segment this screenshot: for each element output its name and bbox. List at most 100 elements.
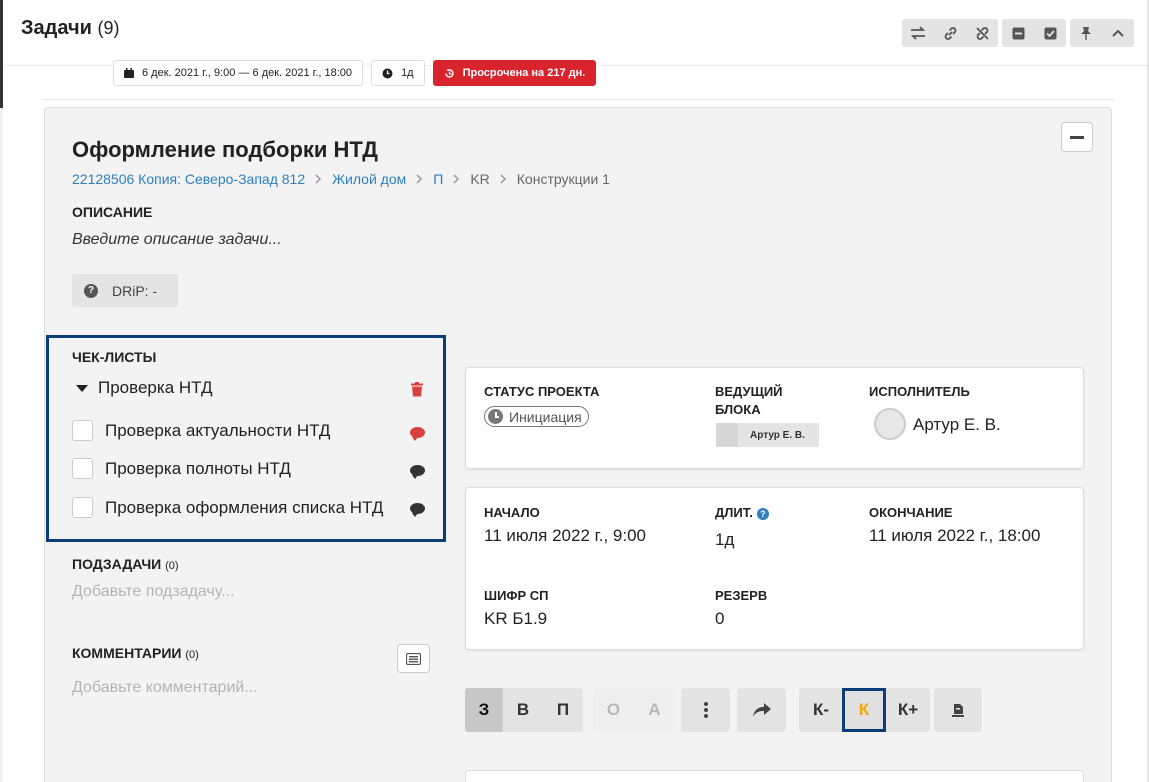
chevron-right-icon bbox=[500, 174, 506, 184]
toolbar-group-view bbox=[1002, 19, 1066, 47]
history-icon bbox=[444, 68, 454, 78]
checklist-item-label: Проверка полноты НТД bbox=[105, 458, 291, 478]
next-panel bbox=[465, 770, 1084, 782]
checklists-label: ЧЕК-ЛИСТЫ bbox=[72, 349, 157, 365]
toolbar-group-links bbox=[902, 19, 998, 47]
check-all-button[interactable] bbox=[1034, 19, 1066, 47]
swap-button[interactable] bbox=[902, 19, 934, 47]
minus-icon bbox=[1070, 135, 1084, 139]
question-icon: ? bbox=[84, 283, 98, 298]
duration-chip[interactable]: 1д bbox=[371, 60, 425, 86]
p-button[interactable]: П bbox=[543, 688, 583, 732]
checklist-item: Проверка оформления списка НТД bbox=[72, 497, 383, 518]
checklist-group-name: Проверка НТД bbox=[98, 378, 213, 397]
description-input[interactable]: Введите описание задачи... bbox=[72, 231, 282, 249]
lead-label: ВЕДУЩИЙ БЛОКА bbox=[715, 383, 783, 419]
pin-icon bbox=[1081, 26, 1091, 40]
status-value: Инициация bbox=[509, 408, 582, 425]
dates-panel bbox=[465, 487, 1084, 650]
left-edge-strip bbox=[0, 0, 3, 782]
executor-value[interactable]: Артур Е. В. bbox=[913, 415, 1001, 435]
check-square-icon bbox=[1044, 27, 1056, 39]
v-button[interactable]: В bbox=[503, 688, 543, 732]
toolbar-group-window bbox=[1070, 19, 1134, 47]
end-label: ОКОНЧАНИЕ bbox=[869, 505, 953, 520]
dots-vertical-icon bbox=[703, 702, 708, 718]
breadcrumb: 22128506 Копия: Северо-Запад 812 Жилой д… bbox=[72, 171, 610, 187]
collapse-task-button[interactable] bbox=[1061, 122, 1093, 152]
swap-icon bbox=[910, 26, 926, 40]
subtask-input[interactable]: Добавьте подзадачу... bbox=[72, 583, 234, 601]
checklist-item: Проверка актуальности НТД bbox=[72, 420, 330, 441]
trash-icon[interactable] bbox=[411, 382, 423, 397]
more-button[interactable] bbox=[681, 688, 730, 732]
chevron-right-icon bbox=[315, 174, 322, 184]
task-count: (9) bbox=[97, 18, 120, 38]
k-button[interactable]: К bbox=[842, 688, 886, 732]
overdue-badge[interactable]: Просрочена на 217 дн. bbox=[432, 60, 597, 86]
comment-icon[interactable] bbox=[410, 465, 425, 479]
help-icon[interactable]: ? bbox=[756, 507, 769, 520]
checklist-checkbox[interactable] bbox=[72, 458, 93, 479]
checklist-checkbox[interactable] bbox=[72, 497, 93, 518]
checklist-group-toggle[interactable]: Проверка НТД bbox=[76, 378, 212, 398]
calendar-icon bbox=[124, 68, 134, 78]
z-button[interactable]: З bbox=[465, 688, 503, 732]
unlink-button[interactable] bbox=[966, 19, 998, 47]
o-button[interactable]: О bbox=[593, 688, 634, 732]
k-plus-button[interactable]: К+ bbox=[886, 688, 930, 732]
breadcrumb-building[interactable]: Жилой дом bbox=[332, 171, 406, 187]
breadcrumb-stage[interactable]: П bbox=[433, 171, 443, 187]
cipher-value[interactable]: KR Б1.9 bbox=[484, 609, 547, 629]
pin-button[interactable] bbox=[1070, 19, 1102, 47]
page-title: Задачи (9) bbox=[21, 17, 119, 40]
duration-value[interactable]: 1д bbox=[715, 530, 734, 550]
checklist-item-label: Проверка актуальности НТД bbox=[105, 420, 331, 440]
duration-label-text: ДЛИТ. bbox=[715, 505, 753, 520]
start-value[interactable]: 11 июля 2022 г., 9:00 bbox=[484, 526, 646, 546]
cipher-label: ШИФР СП bbox=[484, 588, 549, 603]
comment-icon[interactable] bbox=[410, 503, 425, 517]
stamp-button[interactable] bbox=[934, 688, 982, 732]
date-range-chip[interactable]: 6 дек. 2021 г., 9:00 — 6 дек. 2021 г., 1… bbox=[113, 60, 364, 86]
drip-text: DRiP: - bbox=[112, 282, 158, 299]
subtasks-label: ПОДЗАДАЧИ (0) bbox=[72, 556, 179, 572]
link-button[interactable] bbox=[934, 19, 966, 47]
collapse-panel-button[interactable] bbox=[1102, 19, 1134, 47]
collapse-all-button[interactable] bbox=[1002, 19, 1034, 47]
breadcrumb-section: KR bbox=[470, 171, 490, 187]
comment-input[interactable]: Добавьте комментарий... bbox=[72, 679, 258, 697]
duration-text: 1д bbox=[401, 67, 414, 79]
duration-label: ДЛИТ.? bbox=[715, 504, 769, 522]
end-value[interactable]: 11 июля 2022 г., 18:00 bbox=[869, 526, 1040, 546]
lead-label-line2: БЛОКА bbox=[715, 402, 761, 417]
lead-value: Артур Е. В. bbox=[750, 429, 805, 441]
date-range-text: 6 дек. 2021 г., 9:00 — 6 дек. 2021 г., 1… bbox=[142, 67, 353, 79]
start-label: НАЧАЛО bbox=[484, 505, 540, 520]
previous-task-meta: 6 дек. 2021 г., 9:00 — 6 дек. 2021 г., 1… bbox=[113, 60, 597, 86]
comments-view-button[interactable] bbox=[397, 644, 430, 673]
clock-icon bbox=[488, 409, 503, 424]
breadcrumb-project[interactable]: 22128506 Копия: Северо-Запад 812 bbox=[72, 171, 305, 187]
breadcrumb-block: Конструкции 1 bbox=[516, 171, 610, 187]
avatar[interactable] bbox=[874, 408, 906, 440]
comments-count: (0) bbox=[185, 649, 199, 661]
status-pill[interactable]: Инициация bbox=[484, 406, 589, 427]
unlink-icon bbox=[975, 26, 989, 40]
a-button[interactable]: А bbox=[634, 688, 675, 732]
reserve-value[interactable]: 0 bbox=[715, 609, 724, 629]
overdue-text: Просрочена на 217 дн. bbox=[462, 67, 586, 79]
page-title-text: Задачи bbox=[21, 17, 92, 39]
link-icon bbox=[944, 26, 956, 40]
description-label: ОПИСАНИЕ bbox=[72, 204, 153, 220]
k-minus-button[interactable]: К- bbox=[799, 688, 843, 732]
lead-chip[interactable]: Артур Е. В. bbox=[716, 423, 819, 447]
comment-icon[interactable] bbox=[410, 427, 425, 441]
share-icon bbox=[752, 703, 771, 717]
drip-button[interactable]: ? DRiP: - bbox=[72, 274, 178, 307]
comments-label-text: КОММЕНТАРИИ bbox=[72, 645, 182, 661]
subtasks-count: (0) bbox=[165, 560, 179, 572]
checklist-checkbox[interactable] bbox=[72, 420, 93, 441]
divider bbox=[43, 99, 1115, 100]
share-button[interactable] bbox=[737, 688, 786, 732]
